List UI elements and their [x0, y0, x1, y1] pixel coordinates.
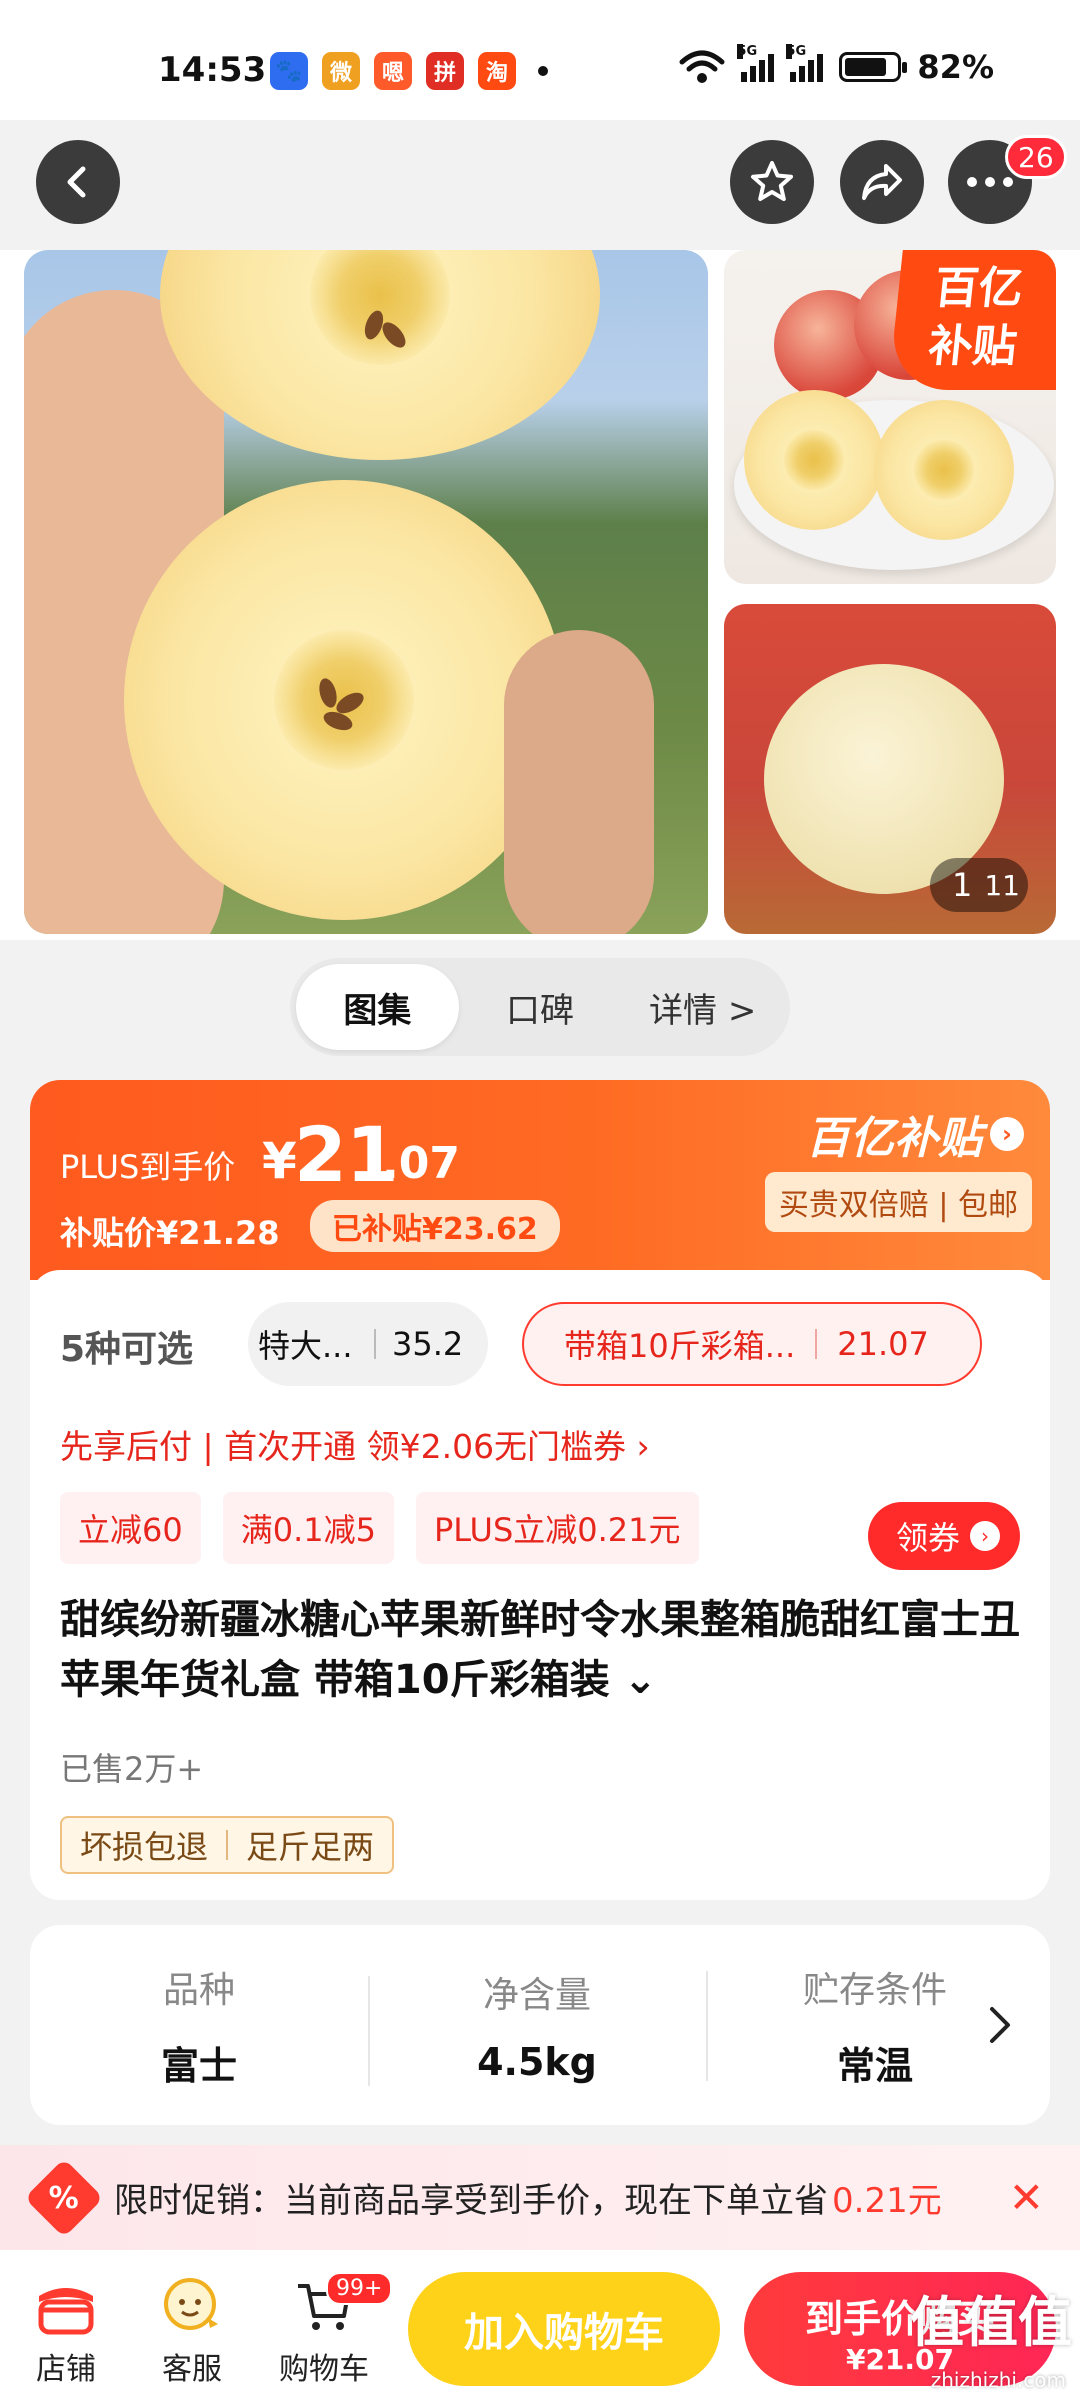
plus-price-label: PLUS到手价	[60, 1148, 236, 1186]
subsidy-program-logo: 百亿补贴	[806, 1113, 982, 1164]
more-dots-icon	[967, 177, 1013, 187]
signal-icon-sim2: 5G	[786, 44, 824, 82]
spec-net-weight: 净含量 4.5kg	[368, 1966, 706, 2086]
discount-icon: %	[24, 2157, 104, 2238]
subsidy-badge: 百亿 补贴	[888, 250, 1056, 390]
coupon-tag: 满0.1减5	[222, 1492, 394, 1564]
status-time: 14:53	[158, 50, 267, 90]
tab-reviews[interactable]: 口碑	[459, 964, 622, 1050]
baidu-icon: 🐾	[270, 52, 308, 90]
spec-variety: 品种 富士	[160, 1969, 237, 2088]
main-product-image[interactable]	[24, 250, 708, 934]
thumbnail-image-2[interactable]: 1 11	[724, 604, 1056, 934]
sku-option-2-selected[interactable]: 带箱10斤彩箱... 21.07	[522, 1302, 982, 1386]
price-band: PLUS到手价 ¥ 21 .07 补贴价¥21.28 已补贴¥23.62 百亿补…	[30, 1080, 1050, 1280]
share-button[interactable]	[840, 140, 924, 224]
store-icon	[38, 2288, 94, 2335]
subsidy-program-link[interactable]: 百亿补贴 ›	[806, 1102, 1024, 1166]
currency-symbol: ¥	[262, 1132, 297, 1190]
sold-count: 已售2万+	[60, 1750, 204, 1788]
promo-amount: 0.21元	[832, 2181, 942, 2221]
taobao-icon: 淘	[478, 52, 516, 90]
nav-customer-service-label: 客服	[162, 2352, 222, 2387]
coupon-tag: 立减60	[60, 1492, 201, 1564]
sku-option-1[interactable]: 特大... 35.2	[248, 1302, 488, 1386]
product-info: 5种可选 特大... 35.2 带箱10斤彩箱... 21.07 先享后付 | …	[30, 1270, 1050, 1900]
subsidized-amount: 已补贴¥23.62	[310, 1200, 560, 1252]
close-icon[interactable]: ✕	[1009, 2173, 1044, 2222]
cart-badge: 99+	[326, 2272, 393, 2305]
nav-cart-label: 购物车	[279, 2352, 369, 2387]
status-bar: 14:53 🐾 微 嗯 拼 淘 5G 5G 82%	[0, 0, 1080, 120]
nav-store[interactable]: 店铺	[6, 2268, 126, 2388]
nav-store-label: 店铺	[36, 2352, 96, 2387]
back-button[interactable]	[36, 140, 120, 224]
coupon-tag: PLUS立减0.21元	[416, 1492, 699, 1564]
chevron-right-icon: ›	[990, 1117, 1024, 1151]
product-gallery[interactable]: 百亿 补贴 1 11	[0, 250, 1080, 940]
gallery-pager: 1 11	[930, 858, 1028, 912]
service-tags[interactable]: 坏损包退 足斤足两	[60, 1816, 395, 1874]
price-decimal: .07	[382, 1138, 460, 1189]
weibo-icon: 微	[322, 52, 360, 90]
promo-banner[interactable]: % 限时促销：当前商品享受到手价，现在下单立省 0.21元 ✕	[0, 2145, 1080, 2250]
signal-icon-sim1: 5G	[737, 44, 775, 82]
notification-badge: 26	[1005, 135, 1067, 179]
apple-slice-bottom	[124, 480, 564, 920]
coupon-list: 立减60 满0.1减5 PLUS立减0.21元	[60, 1492, 699, 1564]
add-to-cart-button[interactable]: 加入购物车	[408, 2272, 720, 2386]
product-specs[interactable]: 品种 富士 净含量 4.5kg 贮存条件 常温	[30, 1925, 1050, 2125]
price-card: PLUS到手价 ¥ 21 .07 补贴价¥21.28 已补贴¥23.62 百亿补…	[30, 1080, 1050, 1900]
get-coupon-button[interactable]: 领券 ›	[867, 1502, 1020, 1570]
customer-service-icon	[164, 2278, 218, 2330]
star-icon	[751, 161, 793, 201]
nav-cart[interactable]: 99+ 购物车	[264, 2268, 393, 2388]
battery-percent: 82%	[917, 48, 994, 86]
apple-slice-top	[160, 250, 600, 460]
favorite-button[interactable]	[730, 140, 814, 224]
watermark-logo: 值值值	[910, 2291, 1072, 2354]
news-icon: 嗯	[374, 52, 412, 90]
tab-gallery[interactable]: 图集	[296, 964, 459, 1050]
service-tag: 坏损包退	[80, 1828, 209, 1866]
share-icon	[862, 164, 902, 200]
pinduoduo-icon: 拼	[426, 52, 464, 90]
subsidy-price: 补贴价¥21.28	[60, 1214, 280, 1252]
nav-customer-service[interactable]: 客服	[132, 2268, 252, 2388]
chevron-right-icon[interactable]	[980, 1995, 1020, 2055]
gallery-tabs: 图集 口碑 详情 >	[290, 958, 790, 1056]
watermark-site: zhizhizhi.com	[930, 2368, 1066, 2392]
product-title[interactable]: 甜缤纷新疆冰糖心苹果新鲜时令水果整箱脆甜红富士丑苹果年货礼盒 带箱10斤彩箱装 …	[60, 1590, 1020, 1710]
more-notifications-dot	[538, 66, 548, 76]
thumb-shape	[504, 630, 654, 934]
pay-later-offer[interactable]: 先享后付 | 首次开通 领¥2.06无门槛券 ›	[60, 1420, 650, 1468]
promo-text: 限时促销：当前商品享受到手价，现在下单立省	[114, 2181, 828, 2221]
thumbnail-image-1[interactable]: 百亿 补贴	[724, 250, 1056, 584]
service-tag: 足斤足两	[246, 1828, 375, 1866]
price-guarantee: 买贵双倍赔 | 包邮	[764, 1172, 1032, 1232]
option-count[interactable]: 5种可选	[60, 1320, 193, 1372]
chevron-left-icon	[67, 166, 86, 198]
tab-details[interactable]: 详情 >	[621, 964, 784, 1050]
chevron-right-icon: ›	[970, 1521, 1000, 1551]
wifi-icon	[679, 50, 725, 83]
status-app-icons: 🐾 微 嗯 拼 淘	[270, 52, 548, 90]
battery-icon	[839, 52, 908, 82]
